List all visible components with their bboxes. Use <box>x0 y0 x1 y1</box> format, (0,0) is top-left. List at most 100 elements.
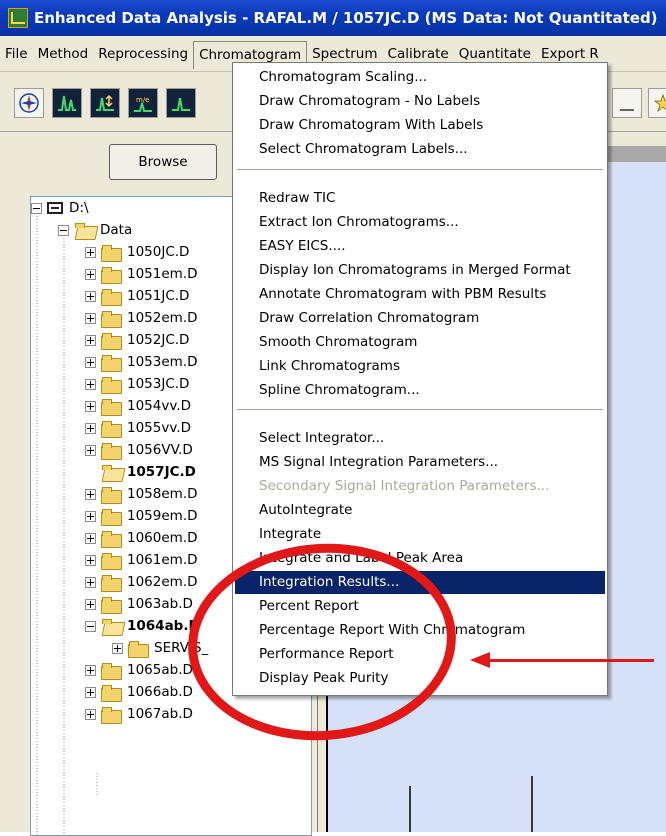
tree-label: 1053em.D <box>127 354 198 370</box>
expand-icon[interactable] <box>85 334 96 346</box>
tree-label: 1052em.D <box>127 310 198 326</box>
expand-icon[interactable] <box>85 400 96 412</box>
menu-reprocessing[interactable]: Reprocessing <box>93 41 193 67</box>
folder-icon <box>101 398 122 416</box>
expand-icon[interactable] <box>85 246 96 258</box>
menu-item-correlation[interactable]: Draw Correlation Chromatogram <box>235 307 605 330</box>
tree-label: 1065ab.D <box>127 662 193 678</box>
expand-icon[interactable] <box>85 708 96 720</box>
tree-row[interactable]: 1063ab.D <box>85 593 193 615</box>
menu-file[interactable]: File <box>0 41 33 67</box>
collapse-icon[interactable] <box>85 620 96 632</box>
expand-icon[interactable] <box>85 268 96 280</box>
tree-row[interactable]: 1064ab.D <box>85 615 200 637</box>
tree-row[interactable]: 1054vv.D <box>85 395 191 417</box>
collapse-icon[interactable] <box>31 202 42 214</box>
expand-icon[interactable] <box>85 598 96 610</box>
menu-item-merged-format[interactable]: Display Ion Chromatograms in Merged Form… <box>235 259 605 282</box>
drive-icon <box>47 202 63 214</box>
tree-row-data[interactable]: Data <box>58 219 132 241</box>
expand-icon[interactable] <box>85 378 96 390</box>
browse-button[interactable]: Browse <box>109 144 217 180</box>
tree-row[interactable]: 1051JC.D <box>85 285 189 307</box>
expand-icon[interactable] <box>85 312 96 324</box>
tree-row-drive[interactable]: D:\ <box>31 197 89 219</box>
tree-label: 1066ab.D <box>127 684 193 700</box>
menu-item-draw-no-labels[interactable]: Draw Chromatogram - No Labels <box>235 90 605 113</box>
expand-icon[interactable] <box>85 576 96 588</box>
tree-row[interactable]: 1056VV.D <box>85 439 193 461</box>
expand-icon[interactable] <box>85 422 96 434</box>
folder-icon <box>101 662 122 680</box>
tree-label: 1062em.D <box>127 574 198 590</box>
folder-icon <box>101 706 122 724</box>
folder-icon <box>101 596 122 614</box>
chromatogram-tool-icon[interactable] <box>166 88 196 118</box>
folder-icon <box>101 552 122 570</box>
folder-icon <box>101 508 122 526</box>
tree-row[interactable]: 1051em.D <box>85 263 198 285</box>
menu-item-annotate-pbm[interactable]: Annotate Chromatogram with PBM Results <box>235 283 605 306</box>
tree-label: 1056VV.D <box>127 442 193 458</box>
tree-label: 1063ab.D <box>127 596 193 612</box>
menu-item-spline[interactable]: Spline Chromatogram... <box>235 379 605 402</box>
extract-ion-icon[interactable]: m/e <box>128 88 158 118</box>
tree-row[interactable]: 1065ab.D <box>85 659 193 681</box>
tree-row[interactable]: 1052em.D <box>85 307 198 329</box>
tree-label: 1053JC.D <box>127 376 190 392</box>
tree-row[interactable]: 1050JC.D <box>85 241 189 263</box>
tree-label: 1051JC.D <box>127 288 190 304</box>
menu-item-select-labels[interactable]: Select Chromatogram Labels... <box>235 138 605 161</box>
tree-row[interactable]: 1058em.D <box>85 483 198 505</box>
expand-icon[interactable] <box>85 532 96 544</box>
star-icon[interactable] <box>648 88 666 118</box>
annotation-arrow-head <box>470 652 490 668</box>
tree-row[interactable]: 1066ab.D <box>85 681 193 703</box>
compass-icon[interactable] <box>14 88 44 118</box>
expand-icon[interactable] <box>112 642 123 654</box>
expand-icon[interactable] <box>85 686 96 698</box>
menu-item-smooth[interactable]: Smooth Chromatogram <box>235 331 605 354</box>
tree-row[interactable]: 1053JC.D <box>85 373 189 395</box>
tree-row[interactable]: 1060em.D <box>85 527 198 549</box>
menu-separator <box>237 409 603 411</box>
menu-item-integrate[interactable]: Integrate <box>235 523 605 546</box>
tree-row-selected[interactable]: 1057JC.D <box>101 461 196 483</box>
expand-icon[interactable] <box>85 290 96 302</box>
menu-item-chromatogram-scaling[interactable]: Chromatogram Scaling... <box>235 66 605 89</box>
tree-row[interactable]: 1059em.D <box>85 505 198 527</box>
tree-row[interactable]: 1061em.D <box>85 549 198 571</box>
tree-row[interactable]: 1062em.D <box>85 571 198 593</box>
menu-item-extract-ion[interactable]: Extract Ion Chromatograms... <box>235 211 605 234</box>
folder-icon <box>101 486 122 504</box>
folder-icon <box>101 288 122 306</box>
expand-icon[interactable] <box>85 554 96 566</box>
blank-toolbar-icon[interactable] <box>612 88 642 118</box>
tree-row[interactable]: 1067ab.D <box>85 703 193 725</box>
collapse-icon[interactable] <box>58 224 69 236</box>
tree-row[interactable]: 1052JC.D <box>85 329 189 351</box>
menu-item-easy-eics[interactable]: EASY EICS.... <box>235 235 605 258</box>
menu-item-select-integrator[interactable]: Select Integrator... <box>235 427 605 450</box>
expand-icon[interactable] <box>85 488 96 500</box>
expand-icon[interactable] <box>85 664 96 676</box>
chromatogram-icon[interactable] <box>52 88 82 118</box>
tree-label: 1051em.D <box>127 266 198 282</box>
menu-item-ms-signal-params[interactable]: MS Signal Integration Parameters... <box>235 451 605 474</box>
expand-icon[interactable] <box>85 444 96 456</box>
expand-icon[interactable] <box>85 356 96 368</box>
menu-item-draw-with-labels[interactable]: Draw Chromatogram With Labels <box>235 114 605 137</box>
expand-icon[interactable] <box>85 510 96 522</box>
tree-label: 1067ab.D <box>127 706 193 722</box>
tree-label: 1054vv.D <box>127 398 191 414</box>
menu-item-redraw-tic[interactable]: Redraw TIC <box>235 187 605 210</box>
menu-method[interactable]: Method <box>33 41 94 67</box>
scale-chromatogram-icon[interactable] <box>90 88 120 118</box>
folder-icon <box>128 640 149 658</box>
menu-separator <box>237 169 603 171</box>
menu-item-autointegrate[interactable]: AutoIntegrate <box>235 499 605 522</box>
tree-row[interactable]: 1053em.D <box>85 351 198 373</box>
folder-icon <box>101 530 122 548</box>
menu-item-link[interactable]: Link Chromatograms <box>235 355 605 378</box>
tree-row[interactable]: 1055vv.D <box>85 417 191 439</box>
